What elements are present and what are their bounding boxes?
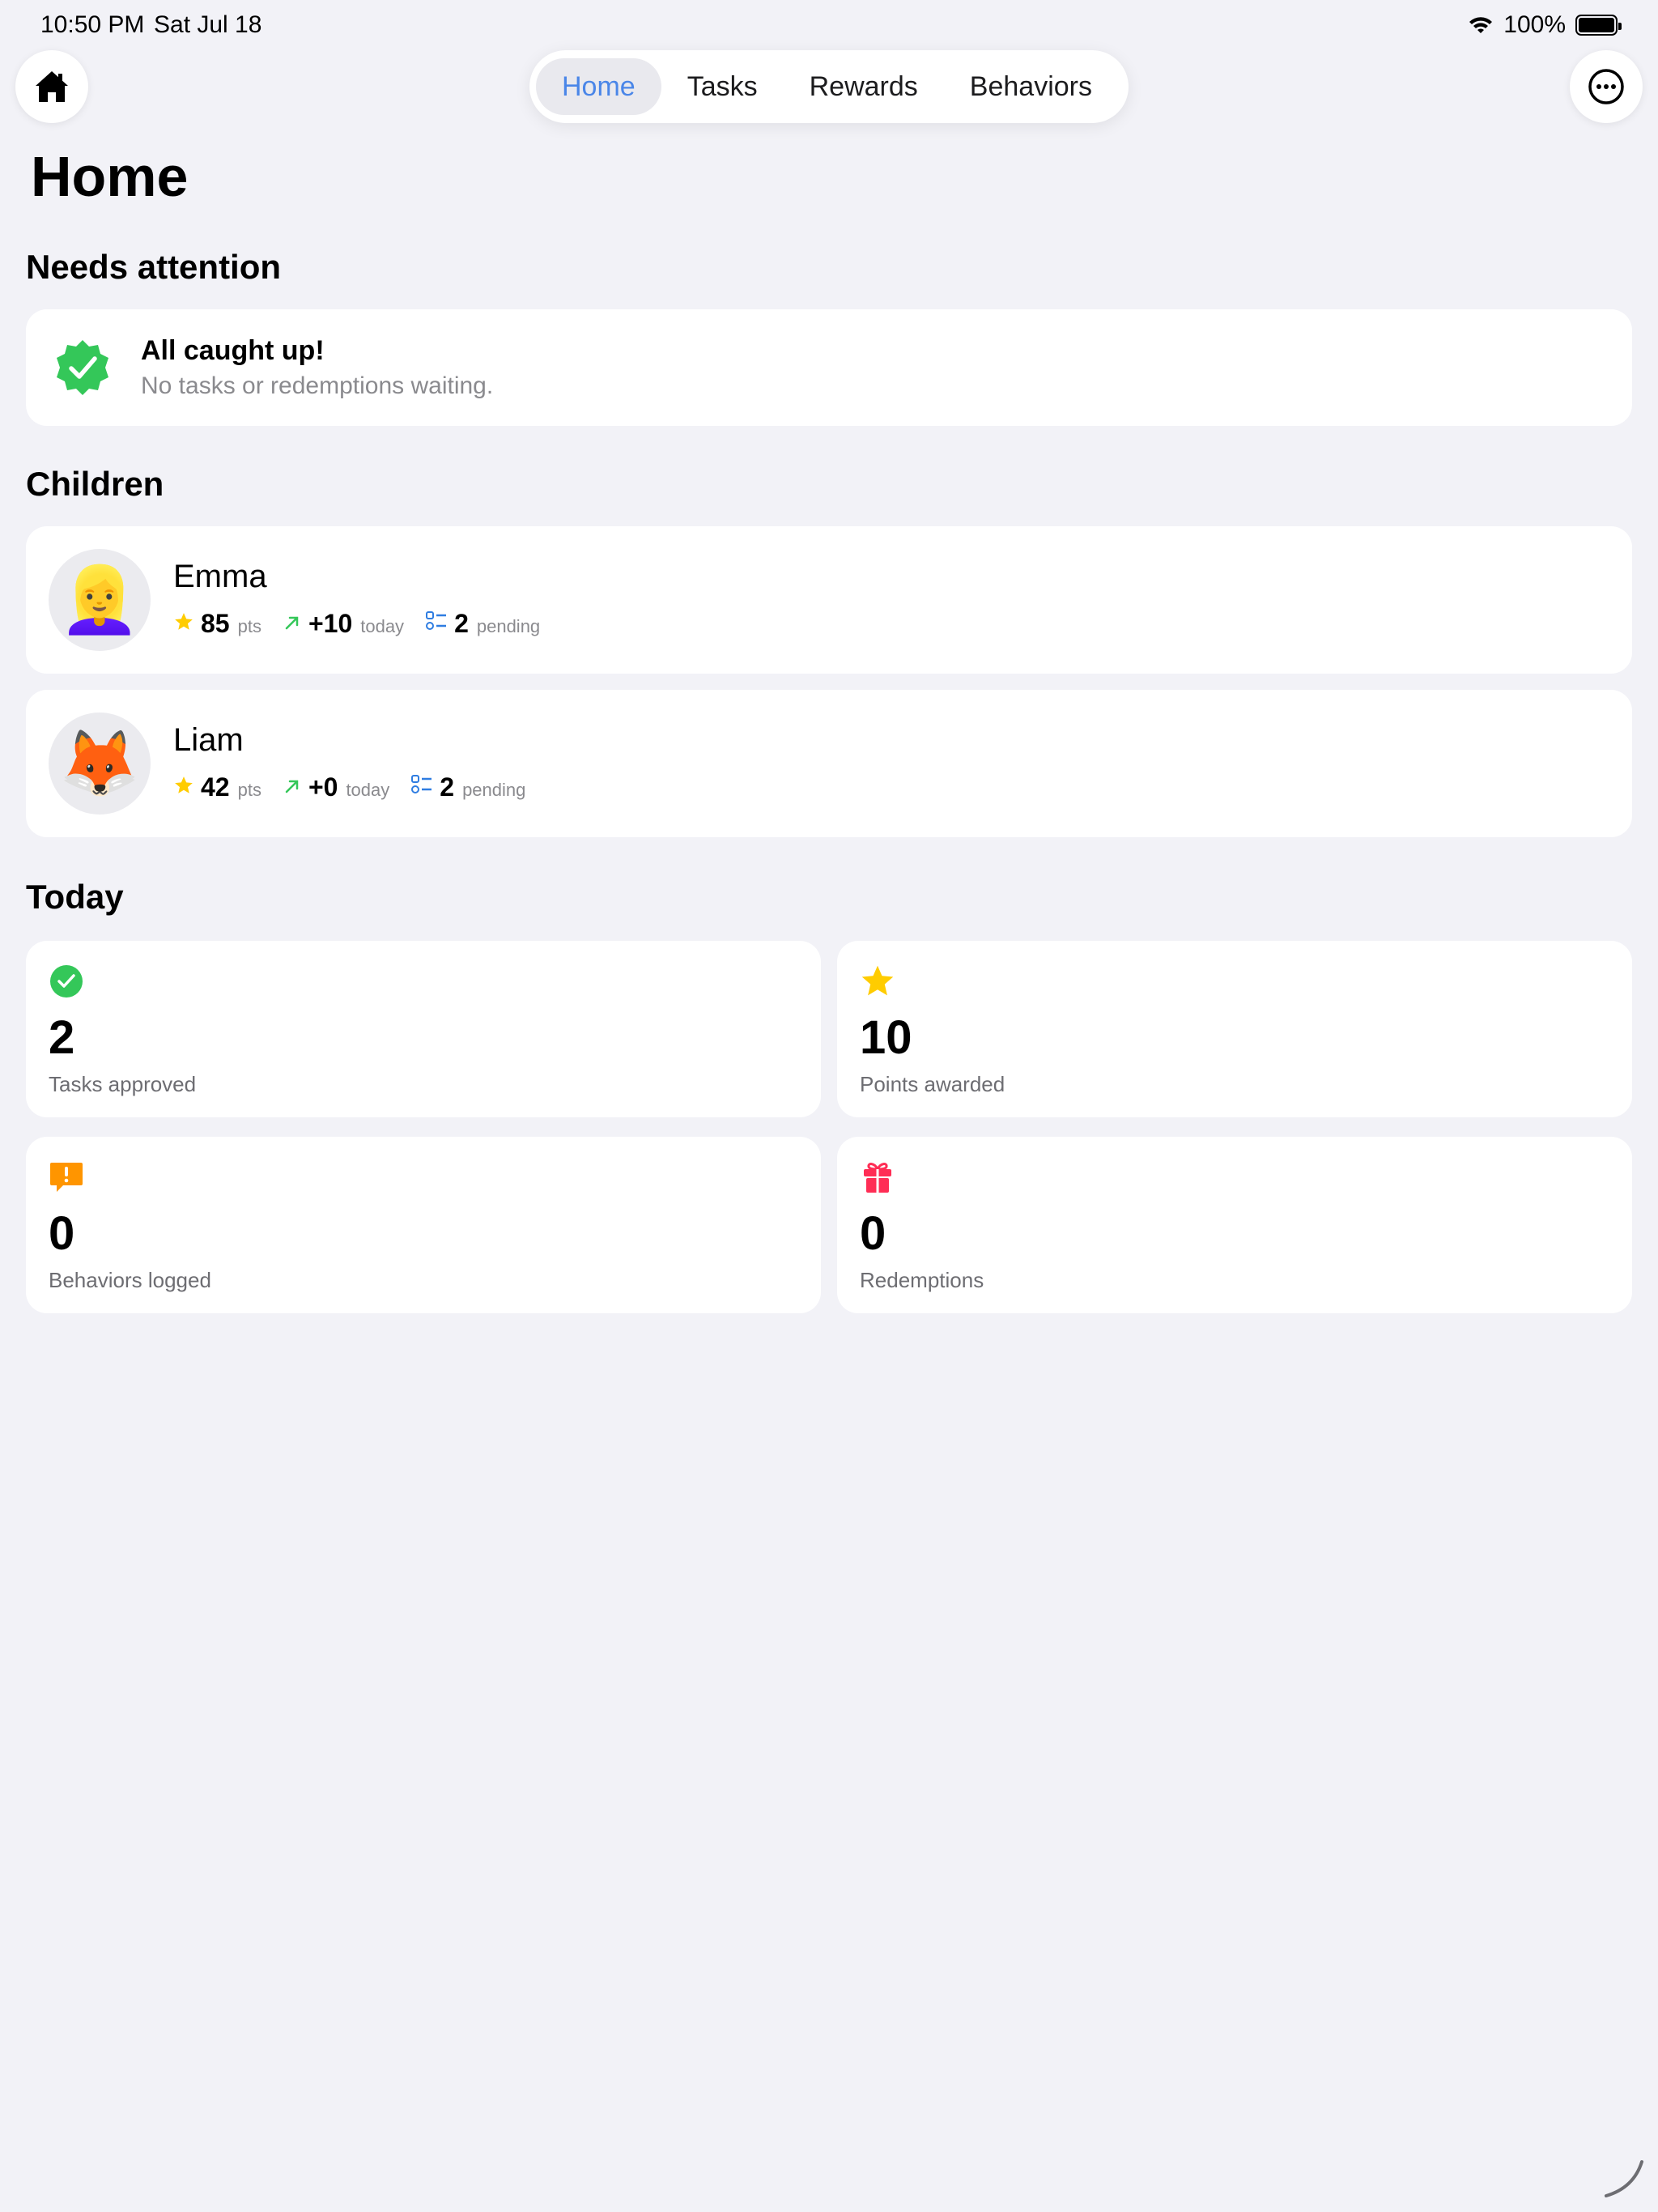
battery-icon [1575, 15, 1622, 36]
pending-unit: pending [462, 780, 526, 800]
pending-value: 2 [454, 609, 469, 638]
ellipsis-circle-icon [1588, 69, 1624, 104]
status-indicators: 100% [1468, 11, 1622, 39]
battery-percent: 100% [1503, 11, 1566, 38]
points-unit: pts [237, 616, 261, 636]
today-unit: today [346, 780, 390, 800]
child-card-emma[interactable]: 👱‍♀️ Emma 85 pts +10 today 2 pending [26, 526, 1632, 674]
checkmark-seal-icon [57, 340, 108, 395]
today-value: +0 [308, 772, 338, 802]
tab-home[interactable]: Home [536, 58, 661, 115]
stat-card-points-awarded: 10 Points awarded [837, 941, 1632, 1117]
child-stats: 85 pts +10 today 2 pending [173, 609, 561, 639]
pending-unit: pending [476, 616, 541, 636]
children-heading: Children [26, 465, 164, 503]
stat-label: Redemptions [860, 1268, 984, 1292]
star-icon [861, 965, 894, 996]
points-unit: pts [237, 780, 261, 800]
status-date: Sat Jul 18 [154, 11, 262, 38]
gift-icon [864, 1163, 891, 1193]
corner-handle-icon [1605, 2160, 1643, 2197]
child-name: Liam [173, 722, 244, 758]
more-button[interactable] [1570, 50, 1643, 123]
stat-label: Points awarded [860, 1072, 1005, 1096]
attention-title: All caught up! [141, 335, 325, 366]
avatar: 🦊 [49, 713, 151, 815]
attention-subtitle: No tasks or redemptions waiting. [141, 372, 494, 399]
stat-value: 0 [49, 1207, 75, 1260]
today-heading: Today [26, 878, 124, 916]
child-stats: 42 pts +0 today 2 pending [173, 772, 546, 802]
pending-value: 2 [440, 772, 455, 802]
avatar: 👱‍♀️ [49, 549, 151, 651]
arrow-up-right-icon [285, 780, 299, 793]
tab-tasks[interactable]: Tasks [661, 58, 784, 115]
stat-card-behaviors-logged: 0 Behaviors logged [26, 1137, 821, 1313]
attention-card: All caught up! No tasks or redemptions w… [26, 309, 1632, 426]
stat-card-tasks-approved: 2 Tasks approved [26, 941, 821, 1117]
arrow-up-right-icon [285, 616, 299, 630]
stat-value: 0 [860, 1207, 886, 1260]
checklist-icon [411, 775, 432, 793]
home-button[interactable] [15, 50, 88, 123]
tab-behaviors[interactable]: Behaviors [944, 58, 1118, 115]
points-value: 42 [201, 772, 230, 802]
page-title: Home [31, 145, 189, 208]
stat-label: Behaviors logged [49, 1268, 211, 1292]
points-value: 85 [201, 609, 230, 638]
star-icon [175, 613, 193, 630]
tab-rewards[interactable]: Rewards [784, 58, 944, 115]
status-time: 10:50 PM [40, 11, 145, 38]
needs-attention-heading: Needs attention [26, 248, 282, 286]
checkmark-circle-icon [50, 965, 83, 998]
stat-label: Tasks approved [49, 1072, 197, 1096]
today-unit: today [360, 616, 405, 636]
wifi-icon [1469, 17, 1493, 33]
checklist-icon [426, 611, 447, 630]
exclamation-bubble-icon [50, 1163, 83, 1192]
tab-bar: Home Tasks Rewards Behaviors [529, 50, 1129, 123]
today-value: +10 [308, 609, 353, 638]
status-bar: 10:50 PM Sat Jul 18 100% [0, 0, 1658, 52]
child-card-liam[interactable]: 🦊 Liam 42 pts +0 today 2 pending [26, 690, 1632, 837]
stat-value: 10 [860, 1011, 912, 1064]
child-name: Emma [173, 559, 267, 594]
stat-value: 2 [49, 1011, 75, 1064]
star-icon [175, 776, 193, 793]
stat-card-redemptions: 0 Redemptions [837, 1137, 1632, 1313]
house-icon [36, 71, 68, 102]
